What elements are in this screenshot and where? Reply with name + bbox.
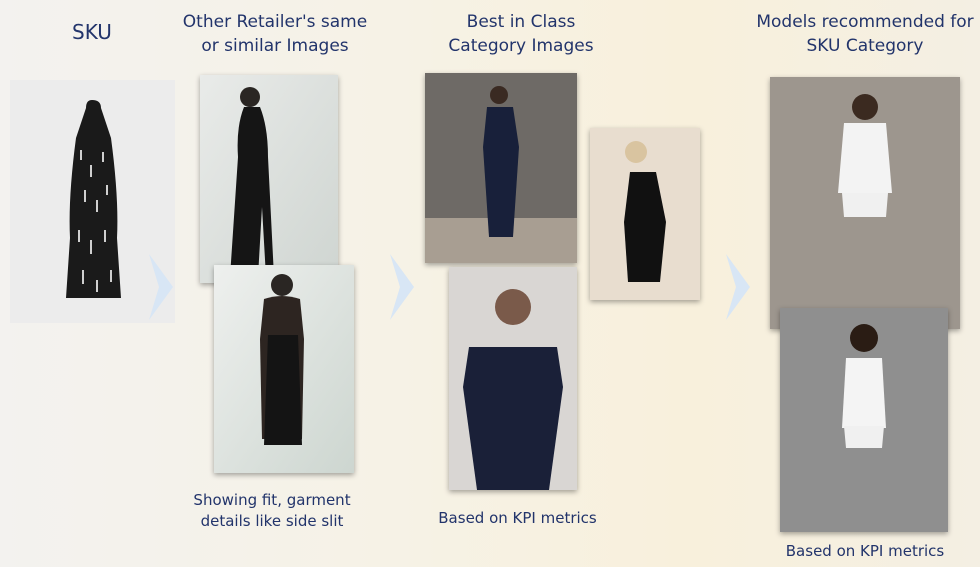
heading-models: Models recommended for SKU Category (756, 12, 974, 56)
chevron-arrow-1 (149, 254, 173, 320)
chevron-arrow-3 (726, 254, 750, 320)
retailer-back-image (214, 265, 354, 473)
caption-other-retailers: Showing fit, garment details like side s… (193, 491, 351, 530)
caption-models: Based on KPI metrics (785, 542, 945, 560)
chevron-arrow-2 (390, 254, 414, 320)
caption-best-in-class: Based on KPI metrics (438, 509, 597, 527)
best-in-class-image-2 (449, 267, 577, 490)
model-image-1 (770, 77, 960, 329)
heading-best-in-class: Best in Class Category Images (448, 12, 594, 56)
best-in-class-image-1 (425, 73, 577, 263)
model-image-2 (780, 308, 948, 532)
retailer-front-image (200, 75, 338, 283)
heading-other-retailers: Other Retailer's same or similar Images (182, 12, 368, 56)
heading-sku: SKU (72, 20, 112, 44)
best-in-class-image-3 (590, 128, 700, 300)
